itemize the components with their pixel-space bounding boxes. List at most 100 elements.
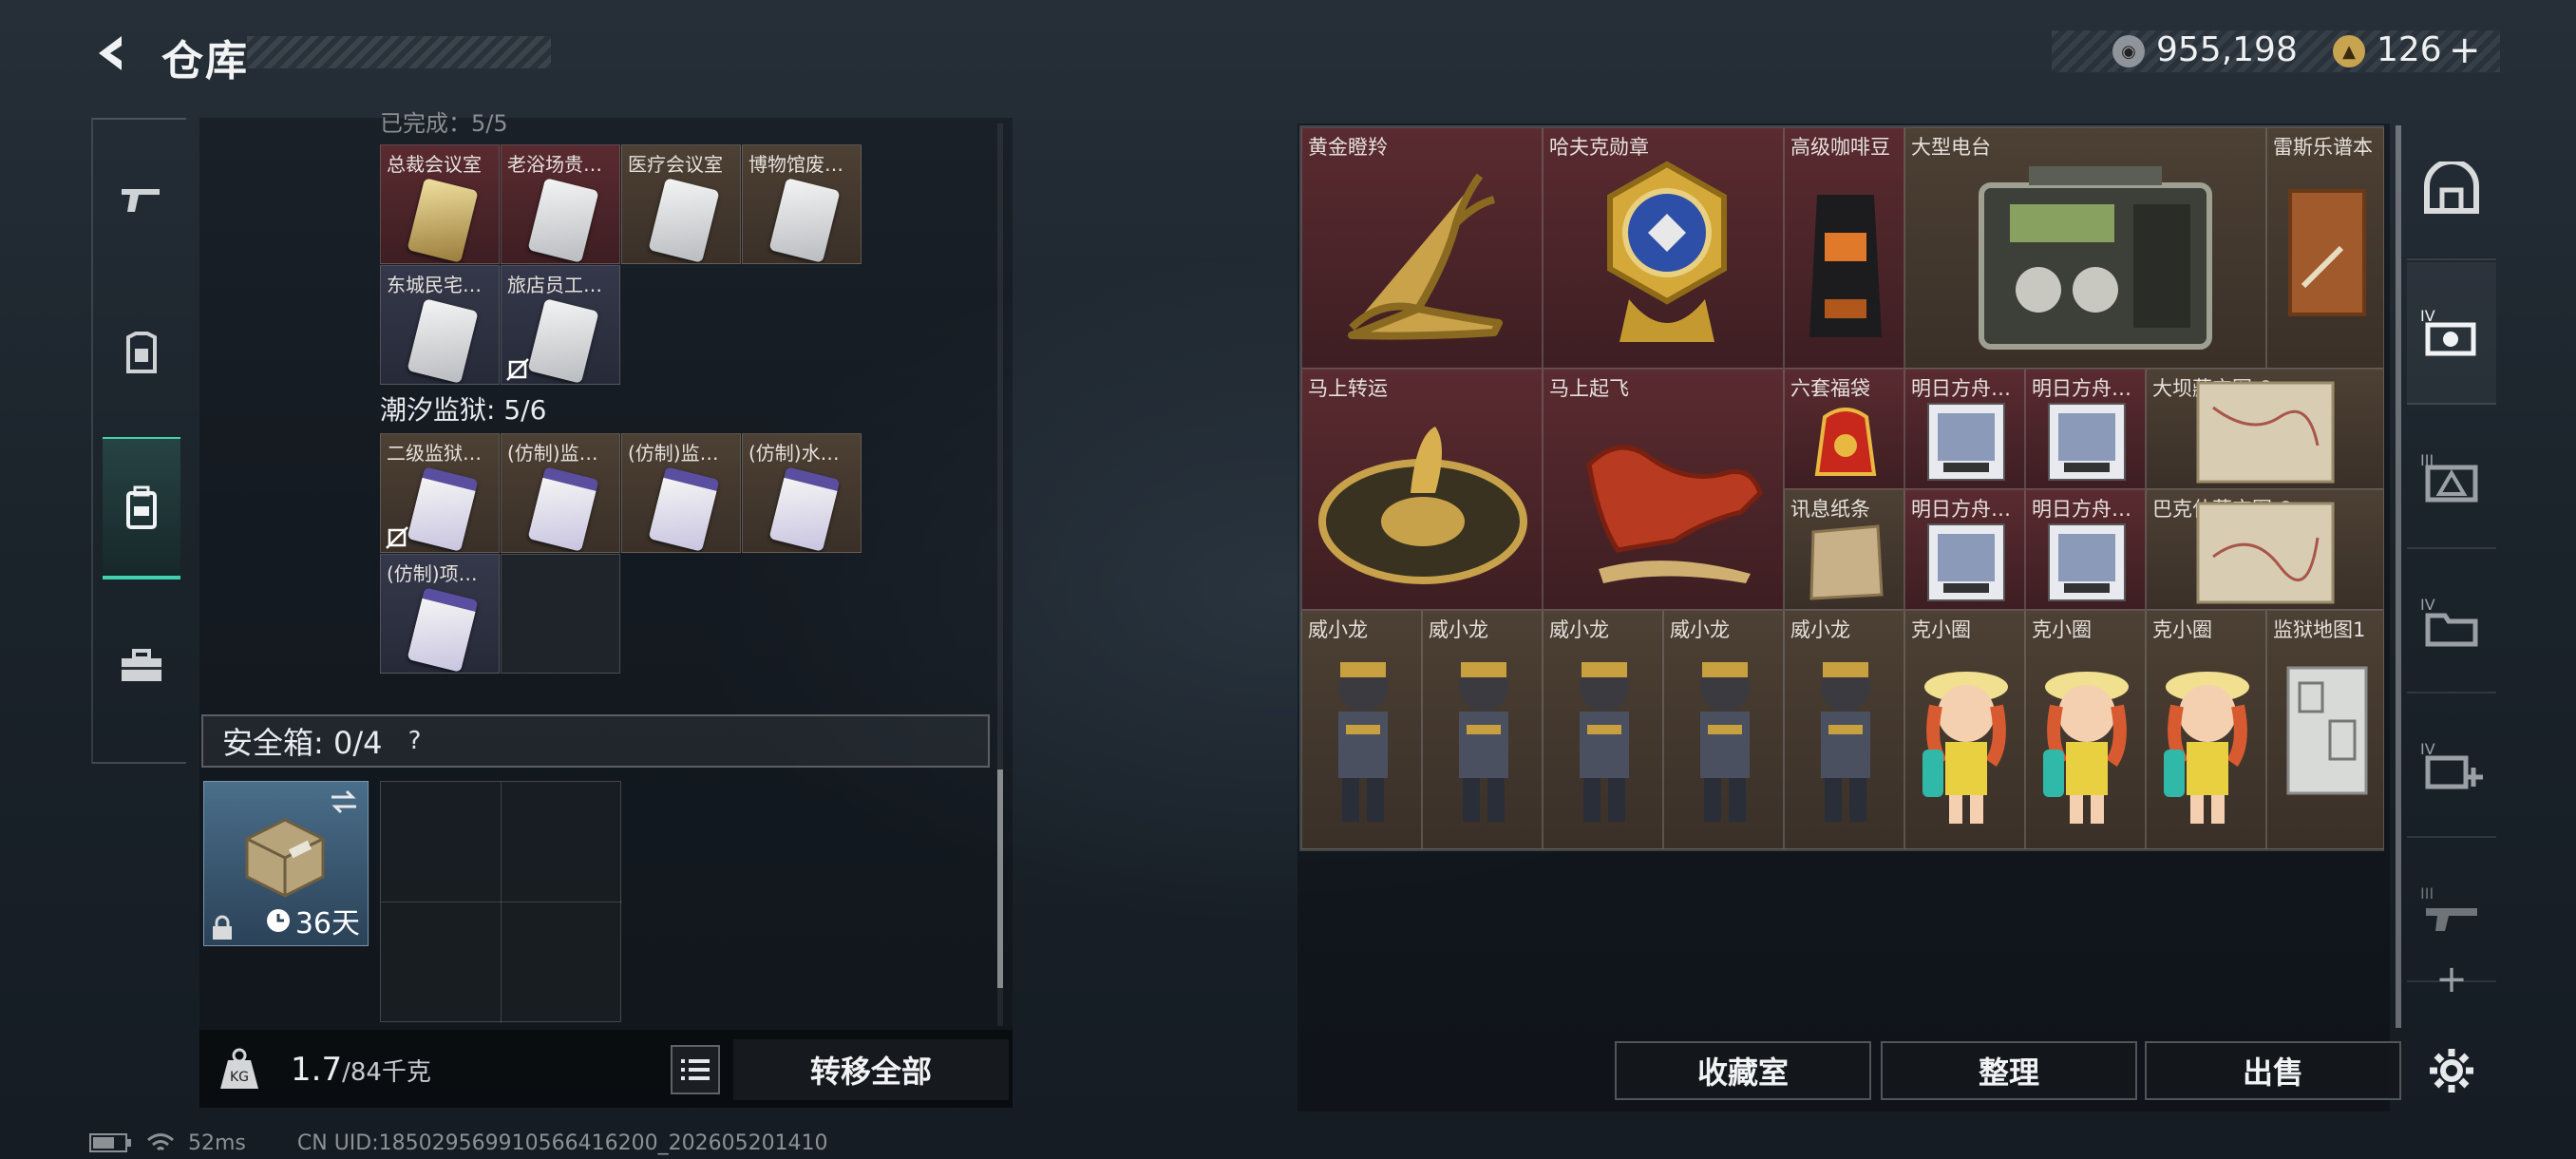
keycard-icon: [407, 587, 479, 673]
keycard-item[interactable]: 总裁会议室: [380, 144, 500, 264]
sell-button[interactable]: 出售: [2145, 1041, 2401, 1100]
storage-item[interactable]: 大型电台: [1904, 127, 2266, 369]
weight-display: 1.7/84千克: [291, 1051, 431, 1089]
girl-figure-icon: [2043, 672, 2129, 824]
keycard-item[interactable]: 医疗会议室: [621, 144, 741, 264]
safebox-item[interactable]: 36天: [203, 781, 369, 946]
backpack-icon: [126, 485, 157, 529]
storage-item[interactable]: 克小圈: [1904, 610, 2025, 849]
storage-item[interactable]: 讯息纸条: [1784, 489, 1904, 610]
keycard-item[interactable]: 二级监狱…: [380, 433, 500, 553]
storage-item[interactable]: 克小圈: [2025, 610, 2146, 849]
storage-item[interactable]: 大坝藏宝图-8: [2146, 369, 2384, 489]
organize-button[interactable]: 整理: [1881, 1041, 2137, 1100]
lucky-bag-icon: [1814, 408, 1877, 476]
keycard-item[interactable]: 东城民宅…: [380, 265, 500, 385]
storage-item[interactable]: 六套福袋: [1784, 369, 1904, 489]
storage-item[interactable]: 黄金瞪羚: [1301, 127, 1543, 369]
tier-iv-camera-icon: IV: [2420, 307, 2476, 356]
storage-item[interactable]: 威小龙: [1422, 610, 1543, 849]
nav-tier-iv-camera[interactable]: IV: [2407, 262, 2496, 405]
storage-item[interactable]: 克小圈: [2146, 610, 2266, 849]
keycard-item[interactable]: (仿制)监…: [501, 433, 620, 553]
collection-room-button[interactable]: 收藏室: [1615, 1041, 1871, 1100]
keycard-item[interactable]: 老浴场贵…: [501, 144, 620, 264]
safebox-slots[interactable]: [380, 781, 622, 1023]
keycard-item[interactable]: (仿制)项…: [380, 554, 500, 674]
storage-item[interactable]: 威小龙: [1543, 610, 1663, 849]
prison-map-icon: [2286, 666, 2368, 795]
red-horse-icon: [1586, 445, 1763, 583]
nav-backpack[interactable]: [103, 437, 180, 580]
storage-item[interactable]: 监狱地图1: [2266, 610, 2384, 849]
completed-count-label: 已完成：5/5: [380, 110, 508, 137]
girl-figure-icon: [1923, 672, 2008, 824]
svg-text:KG: KG: [230, 1070, 249, 1085]
keycard-item[interactable]: (仿制)监…: [621, 433, 741, 553]
coffee-beans-icon: [1809, 195, 1882, 337]
keycard-item[interactable]: (仿制)水…: [742, 433, 862, 553]
keycard-icon: [527, 466, 599, 552]
storage-item[interactable]: 哈夫克勋章: [1543, 127, 1784, 369]
storage-item[interactable]: 威小龙: [1784, 610, 1904, 849]
gear-icon: [2430, 1049, 2473, 1092]
storage-item[interactable]: 明日方舟…: [2025, 489, 2146, 610]
nav-armor[interactable]: [103, 281, 180, 424]
nav-tier-iii-warning[interactable]: III: [2407, 407, 2496, 549]
swap-icon[interactable]: [328, 788, 360, 816]
nav-weapons[interactable]: [103, 127, 180, 270]
gun-icon: [122, 189, 160, 212]
storage-item[interactable]: 明日方舟…: [2025, 369, 2146, 489]
wifi-icon: [147, 1133, 174, 1151]
scroll-thumb[interactable]: [997, 770, 1003, 988]
storage-item[interactable]: 威小龙: [1301, 610, 1422, 849]
tier-iv-medkit-icon: IV: [2420, 740, 2483, 789]
storage-item[interactable]: 明日方舟…: [1904, 369, 2025, 489]
album-icon: [1927, 403, 2005, 481]
svg-text:III: III: [2420, 884, 2434, 902]
safebox-header: 安全箱: 0/4 ?: [201, 714, 990, 768]
storage-item[interactable]: 马上转运: [1301, 369, 1543, 610]
storage-category-nav: IV III IV IV III +: [2407, 118, 2496, 1112]
nav-toolbox[interactable]: [103, 595, 180, 737]
safebox-icon: [245, 818, 325, 898]
settings-button[interactable]: [2407, 1018, 2496, 1123]
storage-item[interactable]: 雷斯乐谱本: [2266, 127, 2384, 369]
transfer-all-button[interactable]: 转移全部: [733, 1039, 1009, 1100]
back-button[interactable]: [84, 28, 141, 78]
coin-balance: 955,198: [2156, 30, 2298, 69]
storage-item[interactable]: 巴克什藏宝图-8: [2146, 489, 2384, 610]
haavk-medal-icon: [1607, 161, 1727, 342]
nav-tier-iv-medkit[interactable]: IV: [2407, 695, 2496, 838]
keycard-icon: [527, 298, 599, 384]
album-icon: [2048, 403, 2126, 481]
page-title: 仓库: [161, 37, 249, 86]
add-category-button[interactable]: +: [2407, 937, 2496, 1022]
empty-slot[interactable]: [501, 554, 620, 674]
list-view-button[interactable]: [671, 1045, 720, 1094]
keycard-item[interactable]: 博物馆废…: [742, 144, 862, 264]
golden-gazelle-icon: [1348, 173, 1503, 340]
help-button[interactable]: ?: [395, 722, 433, 760]
storage-item[interactable]: 威小龙: [1663, 610, 1784, 849]
keycard-icon: [648, 466, 720, 552]
nav-tier-iv-folder[interactable]: IV: [2407, 551, 2496, 694]
add-currency-button[interactable]: +: [2449, 28, 2481, 72]
token-balance: 126: [2377, 30, 2442, 69]
safebox-duration: 36天: [265, 900, 360, 941]
nav-vault[interactable]: [2407, 118, 2496, 260]
album-icon: [2048, 523, 2126, 601]
currency-bar: ◉ 955,198 ▲ 126 +: [2052, 28, 2500, 72]
left-scrollbar[interactable]: [997, 124, 1003, 1026]
keycard-item[interactable]: 旅店员工…: [501, 265, 620, 385]
right-scrollbar[interactable]: [2396, 125, 2401, 1028]
scroll-thumb[interactable]: [2396, 125, 2401, 1028]
tier-iv-folder-icon: IV: [2420, 596, 2478, 647]
storage-item[interactable]: 高级咖啡豆: [1784, 127, 1904, 369]
storage-item[interactable]: 明日方舟…: [1904, 489, 2025, 610]
svg-text:IV: IV: [2420, 596, 2435, 614]
keycard-icon: [407, 298, 479, 384]
svg-text:IV: IV: [2420, 307, 2435, 325]
storage-item[interactable]: 马上起飞: [1543, 369, 1784, 610]
title-decoration: [247, 36, 551, 68]
